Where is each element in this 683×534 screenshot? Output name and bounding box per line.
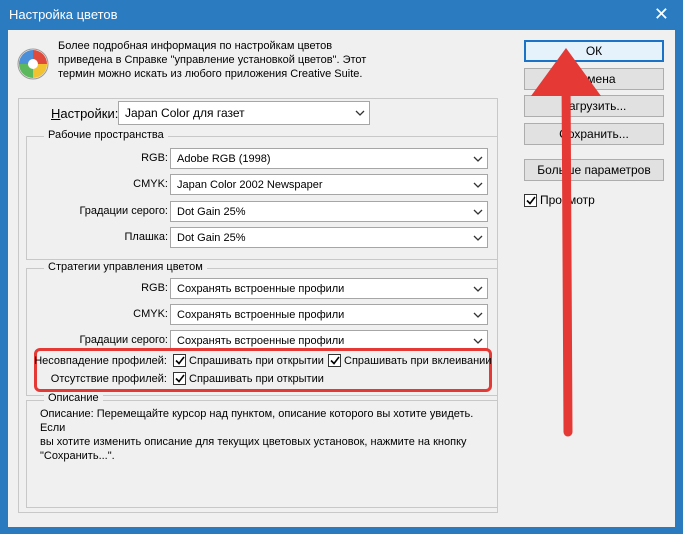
- workspace-spot-label: Плашка:: [124, 231, 169, 243]
- checkmark-icon: [328, 354, 341, 367]
- dialog-window: Настройка цветов ✕ Более подробная инфор…: [0, 0, 683, 534]
- preview-checkbox[interactable]: Просмотр: [524, 193, 595, 207]
- ask-on-open-label: Спрашивать при открытии: [189, 354, 324, 367]
- ask-on-paste-checkbox[interactable]: Спрашивать при вклеивании: [328, 354, 491, 367]
- chevron-down-icon: [469, 305, 487, 324]
- settings-select[interactable]: Japan Color для газет: [118, 101, 370, 125]
- chevron-down-icon: [469, 228, 487, 247]
- checkmark-icon: [173, 372, 186, 385]
- policy-cmyk-select[interactable]: Сохранять встроенные профили: [170, 304, 488, 325]
- save-button[interactable]: Сохранить...: [524, 123, 664, 145]
- more-options-button[interactable]: Больше параметров: [524, 159, 664, 181]
- policy-gray-label: Градации серого:: [79, 334, 168, 346]
- chevron-down-icon: [469, 202, 487, 221]
- load-button[interactable]: Загрузить...: [524, 95, 664, 117]
- workspace-cmyk-select[interactable]: Japan Color 2002 Newspaper: [170, 174, 488, 195]
- cancel-button[interactable]: Отмена: [524, 68, 664, 90]
- settings-label: Настройки:: [51, 106, 119, 121]
- workspace-spot-select[interactable]: Dot Gain 25%: [170, 227, 488, 248]
- ask-on-open-checkbox[interactable]: Спрашивать при открытии: [173, 354, 324, 367]
- policy-cmyk-value: Сохранять встроенные профили: [177, 308, 345, 321]
- window-title: Настройка цветов: [9, 7, 118, 22]
- ask-on-open-missing-label: Спрашивать при открытии: [189, 372, 324, 385]
- checkmark-icon: [173, 354, 186, 367]
- policies-title: Стратегии управления цветом: [44, 261, 207, 273]
- workspace-rgb-value: Adobe RGB (1998): [177, 152, 271, 165]
- description-line: "Сохранить...".: [40, 450, 115, 462]
- chevron-down-icon: [351, 102, 369, 124]
- info-text: Более подробная информация по настройкам…: [58, 39, 378, 81]
- policy-cmyk-label: CMYK:: [133, 308, 168, 320]
- workspace-gray-value: Dot Gain 25%: [177, 205, 246, 218]
- color-wheel-icon: [17, 48, 49, 80]
- mismatch-label: Несовпадение профилей:: [34, 355, 167, 367]
- description-text: Описание: Перемещайте курсор над пунктом…: [40, 407, 490, 463]
- dialog-client: Более подробная информация по настройкам…: [8, 30, 675, 527]
- description-line: вы хотите изменить описание для текущих …: [40, 436, 467, 448]
- info-line: приведена в Справке "управление установк…: [58, 54, 367, 66]
- workspace-gray-select[interactable]: Dot Gain 25%: [170, 201, 488, 222]
- checkmark-icon: [524, 193, 537, 207]
- ask-on-open-missing-checkbox[interactable]: Спрашивать при открытии: [173, 372, 324, 385]
- chevron-down-icon: [469, 175, 487, 194]
- workspace-cmyk-value: Japan Color 2002 Newspaper: [177, 178, 323, 191]
- workspace-gray-label: Градации серого:: [79, 205, 168, 217]
- policy-gray-value: Сохранять встроенные профили: [177, 334, 345, 347]
- workspaces-title: Рабочие пространства: [44, 129, 168, 141]
- settings-select-value: Japan Color для газет: [125, 106, 245, 120]
- info-line: Более подробная информация по настройкам…: [58, 40, 333, 52]
- workspace-cmyk-label: CMYK:: [133, 178, 168, 190]
- chevron-down-icon: [469, 149, 487, 168]
- preview-label: Просмотр: [540, 193, 595, 207]
- close-icon[interactable]: ✕: [654, 4, 669, 24]
- missing-label: Отсутствие профилей:: [50, 373, 167, 385]
- title-bar: Настройка цветов ✕: [0, 0, 683, 30]
- ask-on-paste-label: Спрашивать при вклеивании: [344, 354, 492, 367]
- workspace-rgb-label: RGB:: [141, 152, 168, 164]
- description-title: Описание: [44, 392, 103, 404]
- chevron-down-icon: [469, 279, 487, 298]
- description-line: Описание: Перемещайте курсор над пунктом…: [40, 408, 474, 434]
- policy-rgb-select[interactable]: Сохранять встроенные профили: [170, 278, 488, 299]
- workspace-rgb-select[interactable]: Adobe RGB (1998): [170, 148, 488, 169]
- policy-rgb-label: RGB:: [141, 282, 168, 294]
- workspace-spot-value: Dot Gain 25%: [177, 231, 246, 244]
- ok-button[interactable]: ОК: [524, 40, 664, 62]
- info-line: термин можно искать из любого приложения…: [58, 68, 363, 80]
- policy-rgb-value: Сохранять встроенные профили: [177, 282, 345, 295]
